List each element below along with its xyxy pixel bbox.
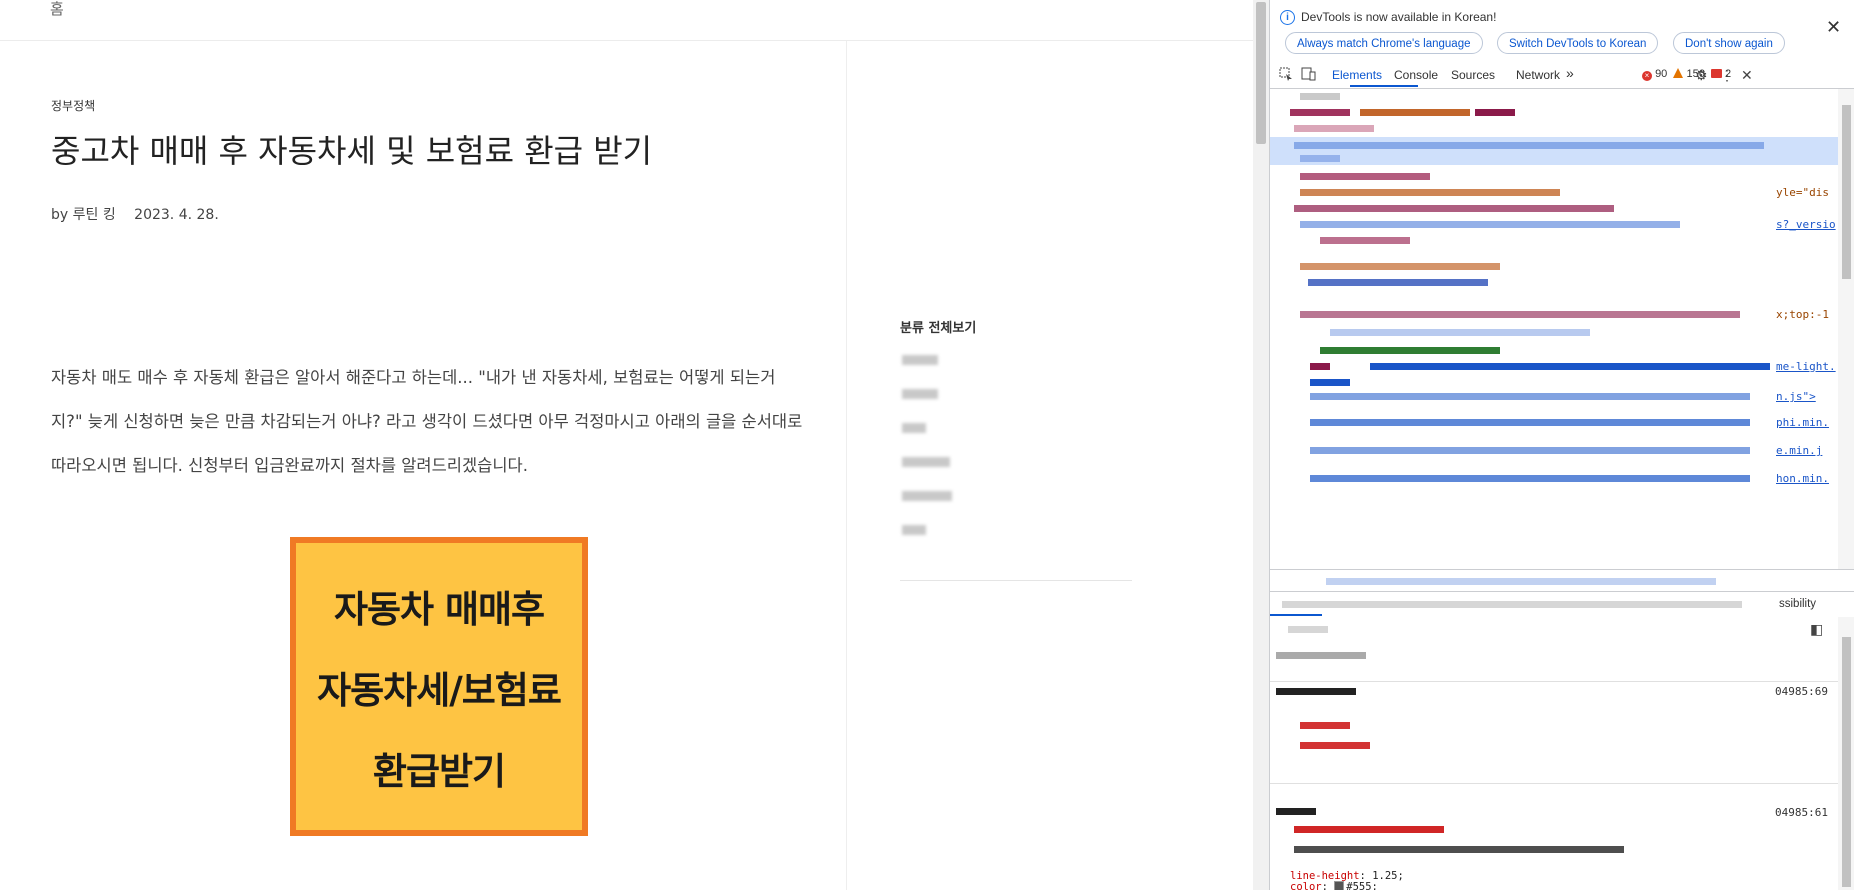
blog-page: 홈 정부정책 중고차 매매 후 자동차세 및 보험료 환급 받기 by 루틴 킹… — [0, 0, 1253, 890]
dom-breadcrumbs[interactable] — [1270, 569, 1854, 592]
active-tab-indicator — [1350, 85, 1418, 87]
tab-elements[interactable]: Elements — [1332, 68, 1382, 82]
sidebar-category-item[interactable] — [902, 350, 952, 384]
post-thumbnail-image: 자동차 매매후 자동차세/보험료 환급받기 — [290, 537, 588, 836]
dom-node[interactable]: me-light. — [1270, 359, 1838, 375]
dom-node-selected[interactable] — [1270, 137, 1838, 165]
dom-node[interactable] — [1270, 325, 1838, 341]
dom-node[interactable]: e.min.j — [1270, 443, 1838, 459]
style-rule[interactable]: 04985:69 — [1270, 681, 1838, 782]
sidebar-divider — [900, 580, 1132, 581]
settings-gear-icon[interactable]: ⚙ — [1695, 67, 1708, 84]
styles-scrollbar-thumb[interactable] — [1842, 637, 1851, 887]
dom-link-fragment[interactable]: me-light. — [1776, 360, 1836, 373]
dom-node[interactable]: yle="dis — [1270, 185, 1838, 201]
close-devtools-icon[interactable]: ✕ — [1741, 67, 1753, 84]
sidebar-category-item[interactable] — [902, 486, 952, 520]
header-divider — [0, 40, 1253, 41]
styles-filter-bar[interactable]: ◧ — [1270, 617, 1854, 643]
dom-tree[interactable]: yle="dis s?_versio x;top:-1 me-light. n.… — [1270, 89, 1838, 569]
dom-link-fragment[interactable]: hon.min. — [1776, 472, 1829, 485]
infobar-message: DevTools is now available in Korean! — [1301, 10, 1497, 24]
more-tabs-icon[interactable]: » — [1566, 65, 1574, 81]
post-category[interactable]: 정부정책 — [51, 97, 95, 114]
post-date: 2023. 4. 28. — [134, 207, 219, 223]
color-swatch[interactable] — [1334, 881, 1345, 890]
error-icon: × — [1642, 71, 1652, 81]
info-icon: i — [1280, 10, 1295, 25]
thumbnail-line-3: 환급받기 — [372, 749, 506, 793]
style-source-link[interactable]: 04985:61 — [1775, 806, 1828, 819]
body-line-3: 따라오시면 됩니다. 신청부터 입금완료까지 절차를 알려드리겠습니다. — [51, 456, 528, 475]
sidebar-category-item[interactable] — [902, 418, 952, 452]
issue-counters[interactable]: × 90 156 2 — [1642, 68, 1731, 81]
dom-node[interactable] — [1270, 105, 1838, 121]
content-sidebar-divider — [846, 41, 847, 890]
dom-node[interactable] — [1270, 259, 1838, 275]
sidebar-category-item[interactable] — [902, 384, 952, 418]
page-scrollbar-thumb[interactable] — [1256, 2, 1266, 144]
dom-node[interactable] — [1270, 89, 1838, 105]
dom-link-fragment[interactable]: s?_versio — [1776, 218, 1836, 231]
styles-subtabs: ssibility — [1270, 591, 1854, 618]
sidebar-category-title[interactable]: 분류 전체보기 — [900, 317, 976, 336]
sidebar-category-list — [902, 350, 952, 554]
thumbnail-line-1: 자동차 매매후 — [333, 587, 545, 631]
sidebar-category-item[interactable] — [902, 452, 952, 486]
dont-show-again-button[interactable]: Don't show again — [1673, 32, 1785, 54]
dom-node[interactable] — [1270, 121, 1838, 137]
active-subtab-indicator — [1270, 614, 1322, 616]
dom-node[interactable] — [1270, 201, 1838, 217]
post-body: 자동차 매도 매수 후 자동체 환급은 알아서 해준다고 하는데... "내가 … — [51, 356, 841, 488]
breadcrumb-home[interactable]: 홈 — [50, 0, 64, 19]
dom-node[interactable] — [1270, 233, 1838, 249]
match-language-button[interactable]: Always match Chrome's language — [1285, 32, 1483, 54]
more-options-icon[interactable]: ⋮ — [1720, 67, 1734, 84]
inspect-element-icon[interactable] — [1279, 67, 1293, 84]
dom-link-fragment[interactable]: e.min.j — [1776, 444, 1822, 457]
css-declaration[interactable]: color: #555; — [1290, 881, 1378, 890]
error-count: 90 — [1655, 68, 1668, 80]
dom-node[interactable] — [1270, 275, 1838, 291]
post-title: 중고차 매매 후 자동차세 및 보험료 환급 받기 — [51, 132, 653, 170]
warning-icon — [1673, 68, 1684, 78]
body-line-2: 지?" 늦게 신청하면 늦은 만큼 차감되는거 아냐? 라고 생각이 드셨다면 … — [51, 412, 803, 431]
tab-sources[interactable]: Sources — [1451, 68, 1495, 82]
tab-accessibility[interactable]: ssibility — [1779, 598, 1816, 610]
device-toolbar-icon[interactable] — [1301, 67, 1316, 84]
dom-tree-scrollbar[interactable] — [1838, 89, 1854, 569]
style-rule[interactable]: 04985:61 line-height: 1.25; — [1270, 783, 1838, 890]
tab-network[interactable]: Network — [1516, 68, 1560, 82]
dom-node[interactable]: hon.min. — [1270, 471, 1838, 487]
dom-link-fragment[interactable]: phi.min. — [1776, 416, 1829, 429]
devtools-panel: i DevTools is now available in Korean! A… — [1269, 0, 1854, 890]
close-icon[interactable]: ✕ — [1826, 17, 1841, 38]
thumbnail-line-2: 자동차세/보험료 — [317, 668, 562, 712]
post-byline: by 루틴 킹 2023. 4. 28. — [51, 204, 219, 224]
dom-node[interactable]: x;top:-1 — [1270, 307, 1838, 323]
dom-attr-fragment: yle="dis — [1776, 186, 1829, 199]
byline-prefix: by — [51, 207, 69, 223]
switch-to-korean-button[interactable]: Switch DevTools to Korean — [1497, 32, 1659, 54]
sidebar-category-item[interactable] — [902, 520, 952, 554]
dom-node[interactable]: phi.min. — [1270, 415, 1838, 431]
style-source-link[interactable]: 04985:69 — [1775, 685, 1828, 698]
author-name[interactable]: 루틴 킹 — [73, 207, 116, 223]
page-scrollbar[interactable] — [1253, 0, 1269, 890]
styles-pane: 04985:69 04985:61 line-height: 1.25; col… — [1270, 643, 1838, 890]
body-line-1: 자동차 매도 매수 후 자동체 환급은 알아서 해준다고 하는데... "내가 … — [51, 368, 776, 387]
dom-link-fragment[interactable]: n.js"> — [1776, 390, 1816, 403]
dom-node[interactable] — [1270, 169, 1838, 185]
tab-console[interactable]: Console — [1394, 68, 1438, 82]
styles-scrollbar[interactable] — [1838, 617, 1854, 890]
devtools-language-infobar: i DevTools is now available in Korean! A… — [1270, 0, 1854, 62]
computed-sidebar-icon[interactable]: ◧ — [1810, 621, 1823, 638]
dom-node[interactable] — [1270, 343, 1838, 359]
dom-node[interactable]: s?_versio — [1270, 217, 1838, 233]
dom-tree-scrollbar-thumb[interactable] — [1842, 105, 1851, 279]
dom-node[interactable]: n.js"> — [1270, 389, 1838, 405]
dom-attr-fragment: x;top:-1 — [1776, 308, 1829, 321]
